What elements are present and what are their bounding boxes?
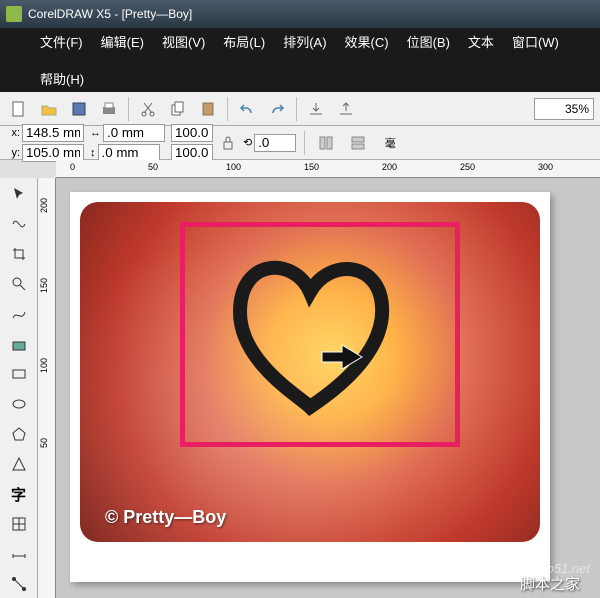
arrow-icon[interactable] [320, 342, 364, 372]
polygon-tool[interactable] [4, 420, 34, 448]
app-icon [6, 6, 22, 22]
rectangle-tool[interactable] [4, 360, 34, 388]
y-label: y: [6, 147, 20, 159]
menu-arrange[interactable]: 排列(A) [283, 32, 326, 51]
menu-help[interactable]: 帮助(H) [40, 69, 84, 88]
property-bar: x: y: ↔ ↕ ⟲ 毫 [0, 126, 600, 160]
menu-layout[interactable]: 布局(L) [223, 32, 265, 51]
menu-file[interactable]: 文件(F) [40, 32, 83, 51]
ruler-vertical: 200 150 100 50 [38, 178, 56, 598]
x-input[interactable] [22, 124, 84, 142]
scale-y-input[interactable] [171, 144, 213, 162]
toolbox: 字 [0, 178, 38, 598]
menu-window[interactable]: 窗口(W) [512, 32, 559, 51]
lock-ratio-button[interactable] [219, 127, 237, 159]
freehand-tool[interactable] [4, 300, 34, 328]
rotation-input[interactable] [254, 134, 296, 152]
dimension-tool[interactable] [4, 540, 34, 568]
save-button[interactable] [66, 96, 92, 122]
ellipse-tool[interactable] [4, 390, 34, 418]
width-icon: ↔ [90, 127, 101, 139]
y-input[interactable] [22, 144, 84, 162]
titlebar: CorelDRAW X5 - [Pretty—Boy] [0, 0, 600, 28]
paste-button[interactable] [195, 96, 221, 122]
ruler-horizontal: 0 50 100 150 200 250 300 [56, 160, 600, 178]
undo-button[interactable] [234, 96, 260, 122]
open-button[interactable] [36, 96, 62, 122]
print-button[interactable] [96, 96, 122, 122]
menu-text[interactable]: 文本 [468, 32, 494, 51]
shape-tool[interactable] [4, 210, 34, 238]
canvas[interactable]: © Pretty—Boy jb51.net 脚本之家 [56, 178, 600, 598]
separator [227, 97, 228, 121]
zoom-tool[interactable] [4, 270, 34, 298]
import-button[interactable] [303, 96, 329, 122]
text-tool[interactable]: 字 [4, 480, 34, 508]
separator [128, 97, 129, 121]
standard-toolbar: 35% [0, 92, 600, 126]
redo-button[interactable] [264, 96, 290, 122]
menu-view[interactable]: 视图(V) [162, 32, 205, 51]
menu-effect[interactable]: 效果(C) [345, 32, 389, 51]
basic-shapes-tool[interactable] [4, 450, 34, 478]
caption: 脚本之家 [520, 573, 580, 594]
menu-bitmap[interactable]: 位图(B) [407, 32, 450, 51]
table-tool[interactable] [4, 510, 34, 538]
crop-tool[interactable] [4, 240, 34, 268]
workarea: 字 200 150 100 50 © Pretty—Boy jb51.net 脚… [0, 178, 600, 598]
units-button[interactable]: 毫 [377, 130, 403, 156]
x-label: x: [6, 127, 20, 139]
page: © Pretty—Boy [70, 192, 550, 582]
zoom-input[interactable]: 35% [534, 98, 594, 120]
menubar: 文件(F) 编辑(E) 视图(V) 布局(L) 排列(A) 效果(C) 位图(B… [0, 28, 600, 92]
zoom-value: 35% [565, 102, 589, 116]
mirror-v-button[interactable] [345, 130, 371, 156]
units-label: 毫 [385, 135, 396, 151]
pick-tool[interactable] [4, 180, 34, 208]
image-credit: © Pretty—Boy [105, 507, 226, 528]
scale-x-input[interactable] [171, 124, 213, 142]
export-button[interactable] [333, 96, 359, 122]
cut-button[interactable] [135, 96, 161, 122]
smart-fill-tool[interactable] [4, 330, 34, 358]
separator [296, 97, 297, 121]
height-icon: ↕ [90, 147, 96, 159]
menu-edit[interactable]: 编辑(E) [101, 32, 144, 51]
window-title: CorelDRAW X5 - [Pretty—Boy] [28, 7, 192, 21]
rotation-icon: ⟲ [243, 136, 252, 149]
separator [304, 131, 305, 155]
copy-button[interactable] [165, 96, 191, 122]
width-input[interactable] [103, 124, 165, 142]
mirror-h-button[interactable] [313, 130, 339, 156]
connector-tool[interactable] [4, 570, 34, 598]
new-button[interactable] [6, 96, 32, 122]
height-input[interactable] [98, 144, 160, 162]
heart-drawing[interactable] [210, 247, 410, 417]
